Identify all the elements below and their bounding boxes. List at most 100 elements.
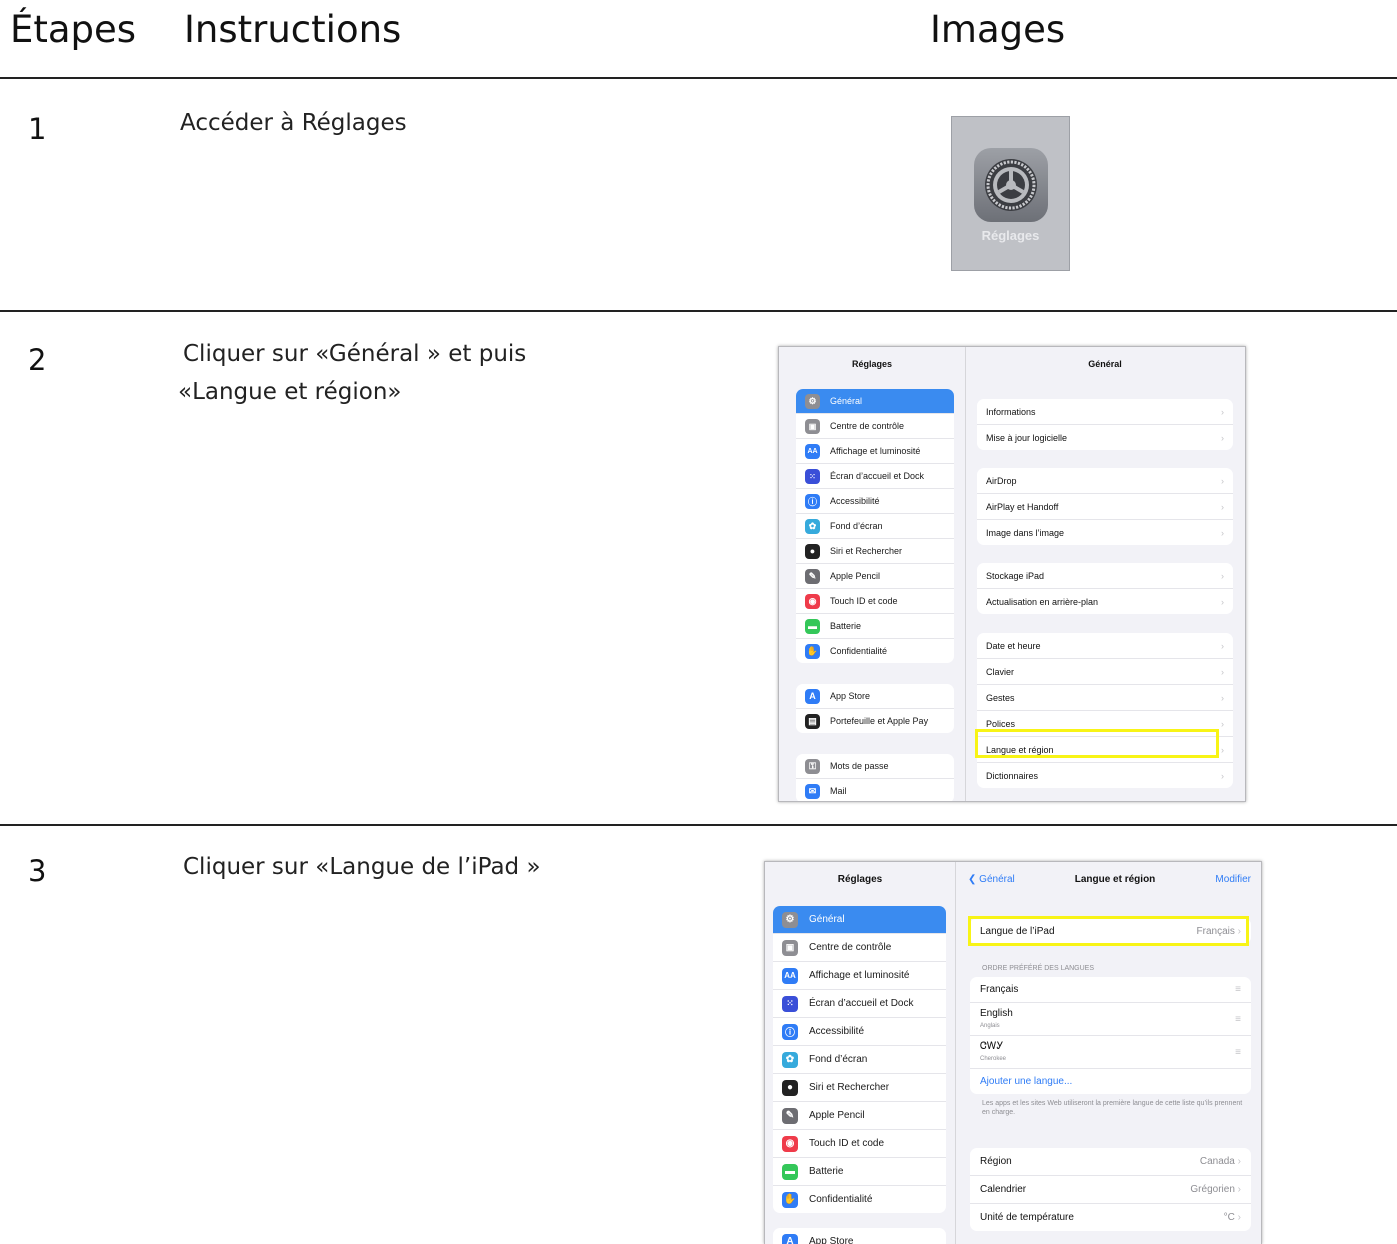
sidebar-item-battery[interactable]: ▬Batterie: [773, 1158, 946, 1186]
row-label: Polices: [986, 719, 1015, 729]
sidebar-item-apple-pencil[interactable]: ✎Apple Pencil: [773, 1102, 946, 1130]
step-2-instruction-line2: «Langue et région»: [178, 373, 402, 411]
battery-icon: ▬: [805, 619, 820, 634]
general-row-gestures[interactable]: Gestes›: [977, 685, 1233, 711]
sidebar-title: Réglages: [765, 874, 955, 885]
sidebar-item-passwords[interactable]: ⚿Mots de passe: [796, 754, 954, 779]
sidebar-item-control-center[interactable]: ▣Centre de contrôle: [796, 414, 954, 439]
reorder-handle-icon[interactable]: ≡: [1235, 984, 1241, 995]
sidebar-group-3: ⚿Mots de passe ✉Mail: [796, 754, 954, 802]
sidebar-item-app-store[interactable]: AApp Store: [773, 1228, 946, 1244]
language-item[interactable]: Français ≡: [970, 977, 1251, 1003]
sidebar-item-home-screen[interactable]: ⁙Écran d’accueil et Dock: [773, 990, 946, 1018]
row-label: AirDrop: [986, 476, 1017, 486]
general-row-software-update[interactable]: Mise à jour logicielle›: [977, 425, 1233, 450]
chevron-right-icon: ›: [1238, 1156, 1241, 1167]
grid-icon: ⁙: [782, 996, 798, 1012]
language-region-screenshot: Réglages ⚙Général ▣Centre de contrôle AA…: [764, 861, 1262, 1244]
add-language-row[interactable]: Ajouter une langue...: [970, 1069, 1251, 1094]
sidebar-item-general[interactable]: ⚙Général: [773, 906, 946, 934]
header-instructions: Instructions: [184, 8, 401, 51]
battery-icon: ▬: [782, 1164, 798, 1180]
row-label: Unité de température: [980, 1212, 1074, 1223]
sidebar-item-display[interactable]: AAAffichage et luminosité: [796, 439, 954, 464]
language-item[interactable]: EnglishAnglais ≡: [970, 1003, 1251, 1036]
settings-sidebar: Réglages ⚙Général ▣Centre de contrôle AA…: [765, 862, 956, 1244]
sidebar-item-wallpaper[interactable]: ✿Fond d’écran: [773, 1046, 946, 1074]
general-row-about[interactable]: Informations›: [977, 399, 1233, 425]
chevron-right-icon: ›: [1221, 528, 1224, 538]
sidebar-item-label: Confidentialité: [830, 646, 887, 656]
language-item[interactable]: ᏣᎳᎩCherokee ≡: [970, 1036, 1251, 1069]
general-row-background-refresh[interactable]: Actualisation en arrière-plan›: [977, 589, 1233, 614]
chevron-right-icon: ›: [1221, 597, 1224, 607]
sidebar-item-label: Apple Pencil: [809, 1110, 865, 1121]
step-2-instruction-line1: Cliquer sur «Général » et puis: [183, 335, 526, 373]
general-panel-title: Général: [965, 359, 1245, 369]
general-row-keyboard[interactable]: Clavier›: [977, 659, 1233, 685]
sidebar-item-label: Apple Pencil: [830, 571, 880, 581]
general-row-storage[interactable]: Stockage iPad›: [977, 563, 1233, 589]
sidebar-item-accessibility[interactable]: ⓘAccessibilité: [773, 1018, 946, 1046]
sidebar-item-siri[interactable]: ●Siri et Rechercher: [773, 1074, 946, 1102]
row-label: Région: [980, 1156, 1012, 1167]
sidebar-title: Réglages: [779, 359, 965, 369]
sidebar-group-2: AApp Store ▤Portefeuille et Apple Pay: [796, 684, 954, 733]
general-row-date-time[interactable]: Date et heure›: [977, 633, 1233, 659]
row-label: Informations: [986, 407, 1036, 417]
sidebar-item-wallet[interactable]: ▤Portefeuille et Apple Pay: [796, 709, 954, 733]
language-list: Français ≡ EnglishAnglais ≡ ᏣᎳᎩCherokee …: [970, 977, 1251, 1094]
sidebar-item-mail[interactable]: ✉Mail: [796, 779, 954, 802]
sidebar-item-wallpaper[interactable]: ✿Fond d’écran: [796, 514, 954, 539]
sidebar-item-display[interactable]: AAAffichage et luminosité: [773, 962, 946, 990]
step-3-number: 3: [28, 854, 46, 888]
row-value: °C: [1224, 1212, 1235, 1223]
sidebar-item-privacy[interactable]: ✋Confidentialité: [796, 639, 954, 663]
sidebar-item-apple-pencil[interactable]: ✎Apple Pencil: [796, 564, 954, 589]
chevron-right-icon: ›: [1221, 719, 1224, 729]
region-row[interactable]: Région Canada ›: [970, 1148, 1251, 1176]
row-label: Image dans l’image: [986, 528, 1064, 538]
divider: [0, 824, 1397, 826]
row-label: AirPlay et Handoff: [986, 502, 1058, 512]
flower-icon: ✿: [782, 1052, 798, 1068]
sidebar-item-touch-id[interactable]: ◉Touch ID et code: [773, 1130, 946, 1158]
sidebar-group-1: ⚙Général ▣Centre de contrôle AAAffichage…: [796, 389, 954, 663]
section-header: ORDRE PRÉFÉRÉ DES LANGUES: [982, 965, 1094, 972]
sidebar-item-privacy[interactable]: ✋Confidentialité: [773, 1186, 946, 1213]
siri-icon: ●: [782, 1080, 798, 1096]
add-language-link[interactable]: Ajouter une langue...: [980, 1076, 1072, 1087]
sidebar-item-general[interactable]: ⚙Général: [796, 389, 954, 414]
row-value: Grégorien: [1190, 1184, 1234, 1195]
step-2-number: 2: [28, 343, 46, 377]
sidebar-item-home-screen[interactable]: ⁙Écran d’accueil et Dock: [796, 464, 954, 489]
region-group: Région Canada › Calendrier Grégorien › U…: [970, 1148, 1251, 1231]
sidebar-item-label: Batterie: [830, 621, 861, 631]
sidebar-item-control-center[interactable]: ▣Centre de contrôle: [773, 934, 946, 962]
reorder-handle-icon[interactable]: ≡: [1235, 1047, 1241, 1058]
back-button[interactable]: ❮ Général: [968, 874, 1015, 885]
siri-icon: ●: [805, 544, 820, 559]
general-row-airplay[interactable]: AirPlay et Handoff›: [977, 494, 1233, 520]
sidebar-item-touch-id[interactable]: ◉Touch ID et code: [796, 589, 954, 614]
flower-icon: ✿: [805, 519, 820, 534]
divider: [0, 77, 1397, 79]
mail-icon: ✉: [805, 784, 820, 799]
temperature-unit-row[interactable]: Unité de température °C ›: [970, 1204, 1251, 1231]
settings-sidebar: Réglages ⚙Général ▣Centre de contrôle AA…: [779, 347, 966, 801]
sidebar-item-accessibility[interactable]: ⓘAccessibilité: [796, 489, 954, 514]
chevron-right-icon: ›: [1221, 667, 1224, 677]
chevron-right-icon: ›: [1221, 745, 1224, 755]
header-images: Images: [930, 8, 1065, 51]
sidebar-item-siri[interactable]: ●Siri et Rechercher: [796, 539, 954, 564]
sidebar-item-app-store[interactable]: AApp Store: [796, 684, 954, 709]
calendar-row[interactable]: Calendrier Grégorien ›: [970, 1176, 1251, 1204]
text-size-icon: AA: [805, 444, 820, 459]
sidebar-item-battery[interactable]: ▬ Batterie: [796, 614, 954, 639]
edit-button[interactable]: Modifier: [1215, 874, 1251, 885]
reorder-handle-icon[interactable]: ≡: [1235, 1014, 1241, 1025]
language-name: English: [980, 1008, 1013, 1019]
general-row-pip[interactable]: Image dans l’image ›: [977, 520, 1233, 545]
general-row-dictionaries[interactable]: Dictionnaires›: [977, 763, 1233, 788]
general-row-airdrop[interactable]: AirDrop›: [977, 468, 1233, 494]
